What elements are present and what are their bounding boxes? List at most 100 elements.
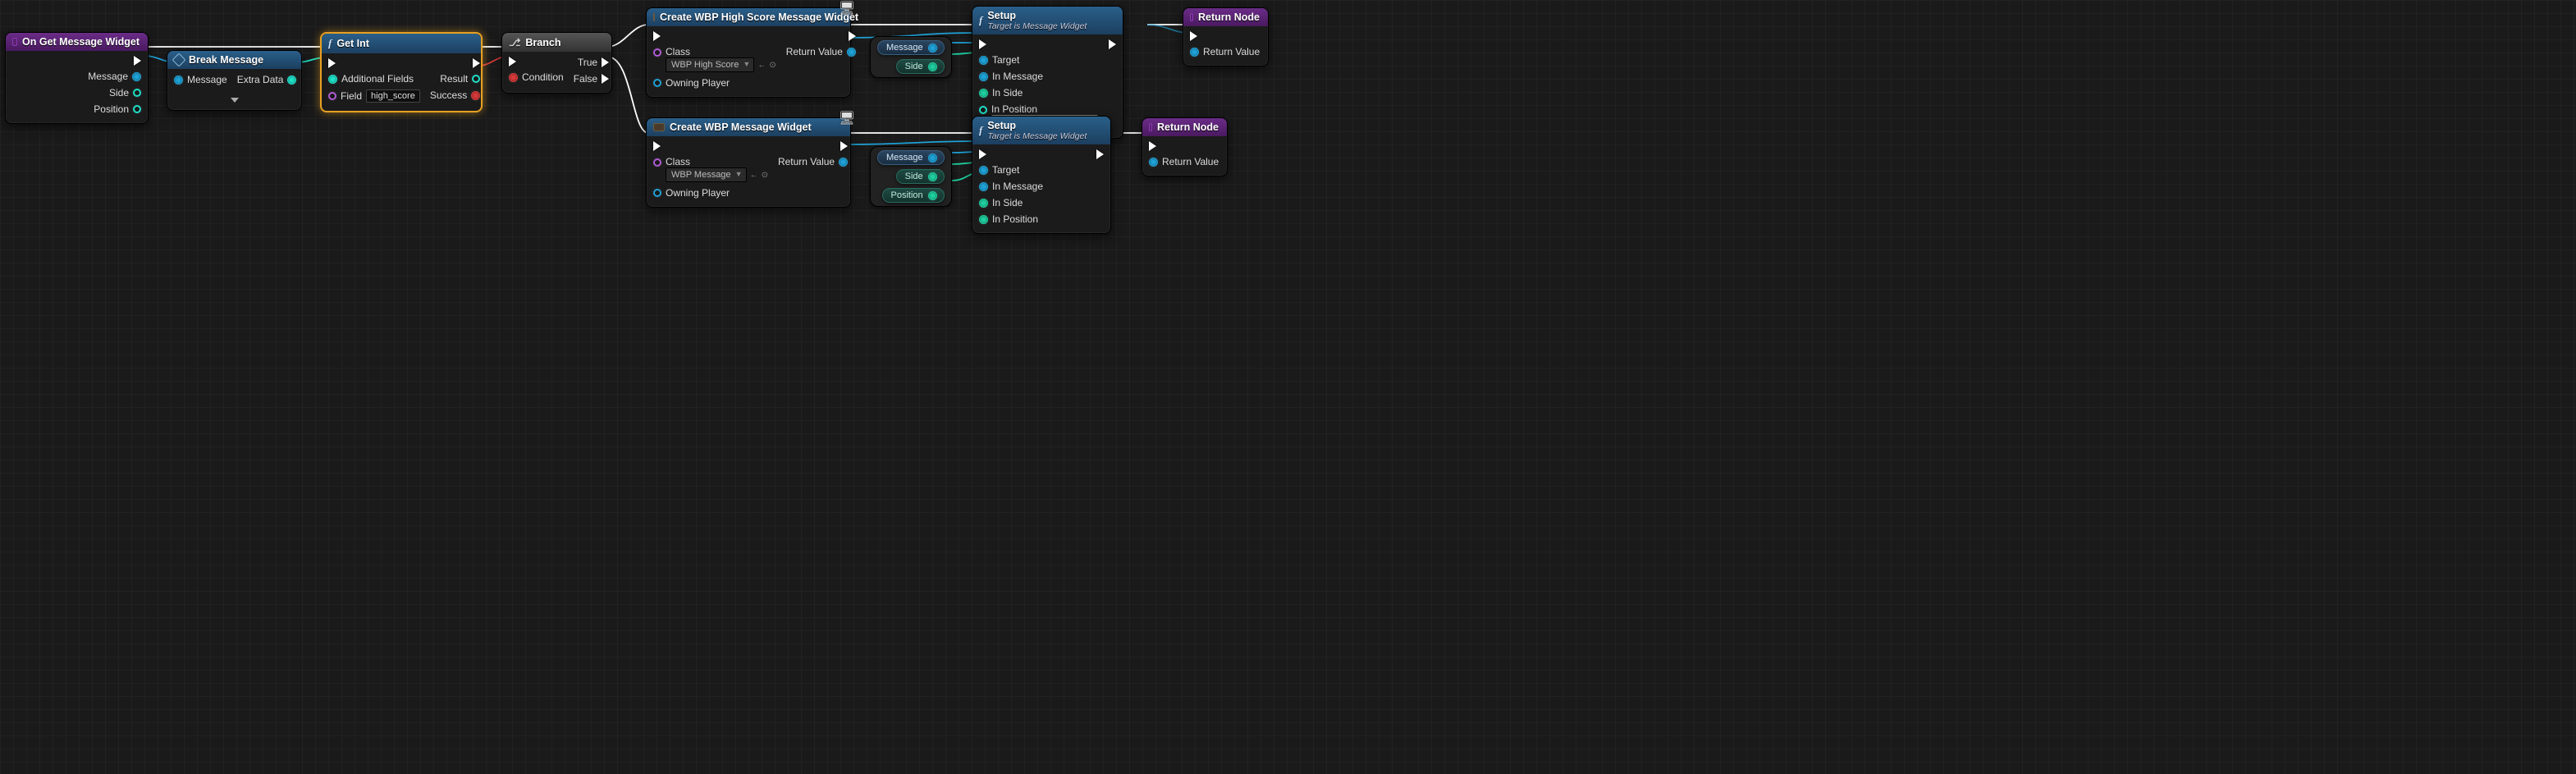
reroute-side[interactable]: Side <box>896 169 945 184</box>
exec-in-pin[interactable] <box>1149 141 1156 151</box>
title-text: On Get Message Widget <box>22 36 140 48</box>
node-create-wbp-high-score[interactable]: 🖥 Create WBP High Score Message Widget C… <box>646 7 851 98</box>
exec-out-pin[interactable] <box>134 56 141 66</box>
reroute-label: Side <box>905 172 923 181</box>
reroute-out-pin[interactable] <box>928 172 937 181</box>
node-branch[interactable]: ⎇ Branch Condition True False <box>501 32 612 94</box>
pin-label: Field <box>341 90 362 102</box>
pin-label: Return Value <box>1162 156 1219 167</box>
reroute-out-pin[interactable] <box>928 191 937 200</box>
additional-fields-in-pin[interactable] <box>328 75 337 84</box>
field-in-pin[interactable] <box>328 92 336 100</box>
subtitle-text: Target is Message Widget <box>987 131 1087 141</box>
exec-in-pin[interactable] <box>653 31 661 41</box>
node-title: ⎇ Branch <box>502 33 611 52</box>
field-value-input[interactable]: high_score <box>366 89 420 103</box>
reroute-out-pin[interactable] <box>928 44 937 53</box>
exec-out-pin[interactable] <box>840 141 848 151</box>
return-value-in-pin[interactable] <box>1149 158 1158 167</box>
exec-out-pin[interactable] <box>1109 39 1116 49</box>
result-out-pin[interactable] <box>472 75 480 83</box>
reroute-label: Message <box>886 153 923 163</box>
in-position-pin[interactable] <box>979 106 987 114</box>
position-out-pin[interactable] <box>133 105 141 113</box>
function-icon: f <box>328 37 332 50</box>
browse-icon[interactable]: ⊙ <box>769 61 776 70</box>
node-get-int[interactable]: f Get Int Additional Fields Field high_s… <box>320 32 483 112</box>
extra-data-out-pin[interactable] <box>287 76 296 85</box>
reroute-group-top: Message Side <box>870 36 952 78</box>
monitor-badge-icon: 🖥 <box>839 0 855 16</box>
node-title: f Setup Target is Message Widget <box>972 117 1110 144</box>
return-value-out-pin[interactable] <box>839 158 848 167</box>
title-text: Return Node <box>1157 121 1219 133</box>
title-text: Setup <box>987 120 1016 131</box>
side-out-pin[interactable] <box>133 89 141 97</box>
owning-player-in-pin[interactable] <box>653 189 661 197</box>
exec-out-pin[interactable] <box>849 31 856 41</box>
in-position-pin[interactable] <box>979 215 988 224</box>
pin-label: Return Value <box>1203 46 1260 57</box>
exec-in-pin[interactable] <box>509 57 516 66</box>
true-exec-out-pin[interactable] <box>602 57 609 67</box>
pin-label: Side <box>109 87 129 98</box>
reroute-message[interactable]: Message <box>877 40 945 55</box>
pin-label: False <box>574 73 597 85</box>
node-create-wbp-message[interactable]: 🖥 Create WBP Message Widget Class WBP Me… <box>646 117 851 208</box>
pin-label: Return Value <box>786 46 843 57</box>
subtitle-text: Target is Message Widget <box>987 21 1087 31</box>
expand-icon[interactable] <box>231 98 239 103</box>
pin-label: Class <box>666 46 776 57</box>
node-return-high[interactable]: Return Node Return Value <box>1183 7 1269 66</box>
class-in-pin[interactable] <box>653 158 661 167</box>
return-value-in-pin[interactable] <box>1190 48 1199 57</box>
reroute-message[interactable]: Message <box>877 150 945 165</box>
node-title: Return Node <box>1183 8 1268 26</box>
reroute-label: Position <box>891 190 923 200</box>
function-icon: f <box>979 124 982 137</box>
pin-label: In Message <box>992 181 1043 192</box>
node-title: On Get Message Widget <box>6 33 148 51</box>
exec-in-pin[interactable] <box>653 141 661 151</box>
reroute-out-pin[interactable] <box>928 153 937 163</box>
message-out-pin[interactable] <box>132 72 141 81</box>
class-in-pin[interactable] <box>653 48 661 57</box>
pin-label: In Side <box>992 87 1023 98</box>
exec-out-pin[interactable] <box>1096 149 1104 159</box>
branch-icon: ⎇ <box>509 36 520 48</box>
exec-out-pin[interactable] <box>473 58 480 68</box>
nav-back-icon[interactable]: ← <box>750 171 758 180</box>
false-exec-out-pin[interactable] <box>602 74 609 84</box>
reroute-out-pin[interactable] <box>928 62 937 71</box>
pin-label: Success <box>430 89 467 101</box>
class-dropdown[interactable]: WBP High Score <box>666 57 754 72</box>
title-text: Return Node <box>1198 11 1260 23</box>
in-message-pin[interactable] <box>979 72 988 81</box>
exec-in-pin[interactable] <box>979 39 986 49</box>
in-side-pin[interactable] <box>979 199 988 208</box>
nav-back-icon[interactable]: ← <box>757 61 766 70</box>
class-dropdown[interactable]: WBP Message <box>666 167 747 182</box>
in-message-pin[interactable] <box>979 182 988 191</box>
return-value-out-pin[interactable] <box>847 48 856 57</box>
pin-label: Condition <box>522 71 564 83</box>
reroute-position[interactable]: Position <box>882 188 945 203</box>
pin-label: In Position <box>992 213 1038 225</box>
exec-in-pin[interactable] <box>328 58 336 68</box>
success-out-pin[interactable] <box>471 91 480 100</box>
exec-in-pin[interactable] <box>979 149 986 159</box>
exec-in-pin[interactable] <box>1190 31 1197 41</box>
target-in-pin[interactable] <box>979 166 988 175</box>
in-side-pin[interactable] <box>979 89 988 98</box>
node-title: Break Message <box>167 51 301 69</box>
target-in-pin[interactable] <box>979 56 988 65</box>
node-return-msg[interactable]: Return Node Return Value <box>1142 117 1228 176</box>
owning-player-in-pin[interactable] <box>653 79 661 87</box>
node-setup-msg[interactable]: f Setup Target is Message Widget Target … <box>972 116 1111 234</box>
message-in-pin[interactable] <box>174 76 183 85</box>
reroute-side[interactable]: Side <box>896 59 945 74</box>
browse-icon[interactable]: ⊙ <box>762 171 768 180</box>
condition-in-pin[interactable] <box>509 73 518 82</box>
node-on-get-message-widget[interactable]: On Get Message Widget Message Side Posit… <box>5 32 149 124</box>
node-break-message[interactable]: Break Message Message Extra Data <box>167 50 302 111</box>
